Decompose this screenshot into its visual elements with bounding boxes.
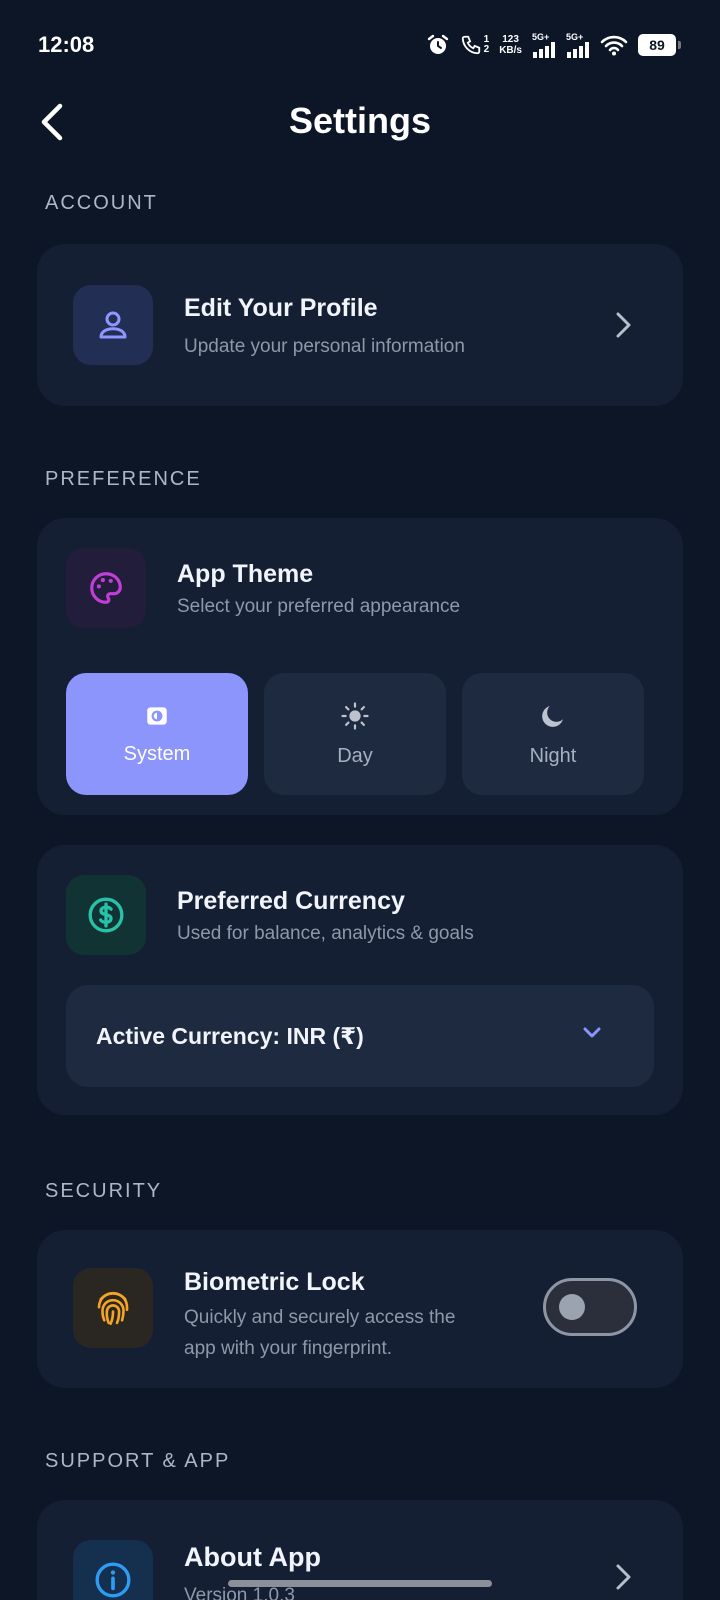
biometric-subtitle-line2: app with your fingerprint. [184, 1338, 393, 1359]
profile-subtitle: Update your personal information [184, 336, 465, 357]
fingerprint-icon [97, 1291, 129, 1326]
top-bar: Settings [0, 90, 720, 156]
toggle-knob [559, 1294, 585, 1320]
currency-dropdown[interactable]: Active Currency: INR (₹) [66, 985, 654, 1087]
contrast-icon [147, 706, 167, 725]
theme-option-system[interactable]: System [66, 673, 248, 795]
currency-icon-tile [66, 875, 146, 955]
biometric-toggle[interactable] [543, 1278, 637, 1336]
app-theme-card: App Theme Select your preferred appearan… [37, 518, 683, 815]
section-label-account: ACCOUNT [45, 192, 158, 214]
alarm-icon [426, 33, 450, 57]
theme-title: App Theme [177, 560, 314, 588]
call-icon: 1 2 [460, 34, 490, 56]
biometric-title: Biometric Lock [184, 1268, 365, 1296]
theme-subtitle: Select your preferred appearance [177, 596, 461, 617]
theme-option-label: Day [337, 744, 373, 767]
page-title: Settings [288, 100, 431, 141]
status-time: 12:08 [38, 32, 95, 57]
biometric-subtitle-line1: Quickly and securely access the [184, 1307, 456, 1328]
about-icon-tile [73, 1540, 153, 1600]
user-icon [99, 311, 127, 339]
call-sim-bottom: 2 [483, 44, 490, 55]
chevron-down-icon [583, 1027, 601, 1038]
theme-option-label: System [123, 742, 191, 765]
section-label-preference: PREFERENCE [45, 468, 202, 490]
theme-option-label: Night [529, 744, 577, 767]
currency-subtitle: Used for balance, analytics & goals [177, 923, 474, 944]
section-label-security: SECURITY [45, 1180, 163, 1202]
dollar-circle-icon [88, 897, 124, 933]
edit-profile-card[interactable]: Edit Your Profile Update your personal i… [37, 244, 683, 406]
palette-icon [90, 572, 122, 604]
home-indicator[interactable] [228, 1580, 492, 1587]
status-icons: 1 2 123 KB/s 5G+ 5G+ 89 [426, 32, 681, 58]
currency-title: Preferred Currency [177, 887, 405, 915]
status-bar: 12:08 1 2 123 KB/s 5G+ 5G+ 89 [0, 0, 720, 90]
profile-icon-tile [73, 285, 153, 365]
sun-icon [341, 701, 369, 730]
chevron-right-icon [608, 1562, 638, 1592]
signal-icon: 5G+ [566, 32, 590, 58]
theme-icon-tile [66, 548, 146, 628]
wifi-icon [600, 34, 628, 56]
biometric-card: Biometric Lock Quickly and securely acce… [37, 1230, 683, 1388]
currency-card: Preferred Currency Used for balance, ana… [37, 845, 683, 1115]
biometric-icon-tile [73, 1268, 153, 1348]
net-speed: 123 KB/s [499, 34, 522, 56]
section-label-support: SUPPORT & APP [45, 1450, 231, 1472]
theme-option-night[interactable]: Night [462, 673, 644, 795]
theme-option-day[interactable]: Day [264, 673, 446, 795]
about-title: About App [184, 1542, 321, 1572]
signal-icon: 5G+ [532, 32, 556, 58]
profile-title: Edit Your Profile [184, 294, 378, 322]
info-icon [95, 1562, 131, 1598]
moon-icon [542, 705, 563, 727]
net-speed-value: 123 [502, 34, 519, 45]
chevron-right-icon [608, 310, 638, 340]
currency-dropdown-value: Active Currency: INR (₹) [96, 1022, 364, 1049]
battery-indicator: 89 [638, 34, 681, 56]
net-speed-unit: KB/s [499, 45, 522, 56]
